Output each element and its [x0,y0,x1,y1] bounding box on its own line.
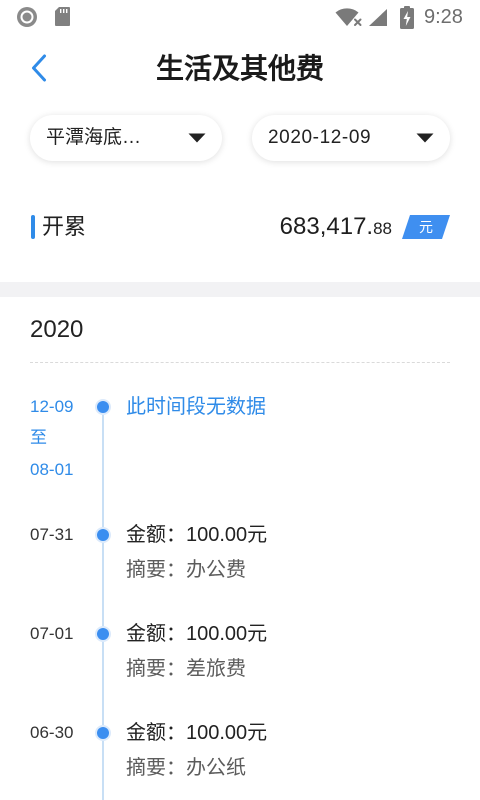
entry-summary-label: 摘要： [126,658,186,680]
summary-amount-main: 683,417. [279,213,374,240]
entry-summary-label: 摘要： [126,559,186,581]
entry-amount-label: 金额： [126,623,186,645]
entry-date: 07-01 [30,624,74,643]
project-dropdown[interactable]: 平潭海底… [30,115,222,161]
currency-badge: 元 [402,215,450,239]
app-header: 生活及其他费 [0,34,480,100]
entry-amount: 金额：100.00元 [126,721,267,745]
cumulative-summary: 开累 683,417.88 元 [0,205,480,249]
caret-down-icon [416,133,434,143]
summary-label: 开累 [42,214,87,239]
entry-date-separator: 至 [30,428,47,447]
timeline-dot [97,401,109,413]
timeline-entry-empty: 12-09 至 08-01 此时间段无数据 [0,395,480,485]
entry-date: 06-30 [30,723,74,742]
entry-amount-value: 100.00元 [186,623,268,645]
record-icon [16,6,38,28]
status-time: 9:28 [424,6,463,28]
entry-summary-label: 摘要： [126,757,186,779]
timeline-entry: 07-31 金额：100.00元 摘要：办公费 [0,523,480,583]
entry-date: 07-31 [30,525,74,544]
timeline-dot [97,628,109,640]
timeline-dot [97,727,109,739]
sd-card-icon [55,7,70,26]
wifi-no-internet-icon [335,7,363,27]
currency-unit: 元 [419,219,433,235]
entry-summary-value: 办公纸 [186,757,246,779]
entry-amount-value: 100.00元 [186,524,268,546]
entry-summary: 摘要：差旅费 [126,657,246,681]
year-heading: 2020 [30,316,84,343]
summary-amount: 683,417.88 [280,211,392,243]
battery-charging-icon [400,6,414,29]
entry-summary-value: 差旅费 [186,658,246,680]
caret-down-icon [188,133,206,143]
entry-amount-label: 金额： [126,722,186,744]
summary-accent-bar [31,215,35,239]
no-data-message: 此时间段无数据 [126,396,266,418]
section-divider [0,282,480,297]
date-dropdown[interactable]: 2020-12-09 [252,115,450,161]
summary-amount-decimal: 88 [373,219,392,238]
timeline-entry: 07-01 金额：100.00元 摘要：差旅费 [0,622,480,682]
entry-summary-value: 办公费 [186,559,246,581]
back-button[interactable] [22,48,56,88]
entry-summary: 摘要：办公费 [126,558,246,582]
timeline-dot [97,529,109,541]
timeline-entry: 06-30 金额：100.00元 摘要：办公纸 [0,721,480,781]
chevron-left-icon [31,54,47,82]
status-bar: 9:28 [0,0,480,34]
entry-amount: 金额：100.00元 [126,622,267,646]
project-dropdown-value: 平潭海底… [46,127,142,148]
dashed-divider [30,362,450,363]
entry-amount: 金额：100.00元 [126,523,267,547]
entry-summary: 摘要：办公纸 [126,756,246,780]
date-dropdown-value: 2020-12-09 [268,127,372,148]
entry-amount-value: 100.00元 [186,722,268,744]
signal-icon [368,8,388,27]
entry-date-end: 08-01 [30,460,74,479]
entry-amount-label: 金额： [126,524,186,546]
timeline-section: 2020 12-09 至 08-01 此时间段无数据 07-31 金额：100.… [0,297,480,800]
app-screen: 9:28 生活及其他费 平潭海底… 2020-12-09 开累 683,417.… [0,0,480,800]
page-title: 生活及其他费 [155,53,324,84]
entry-date-start: 12-09 [30,397,74,416]
filter-bar: 平潭海底… 2020-12-09 [0,115,480,161]
